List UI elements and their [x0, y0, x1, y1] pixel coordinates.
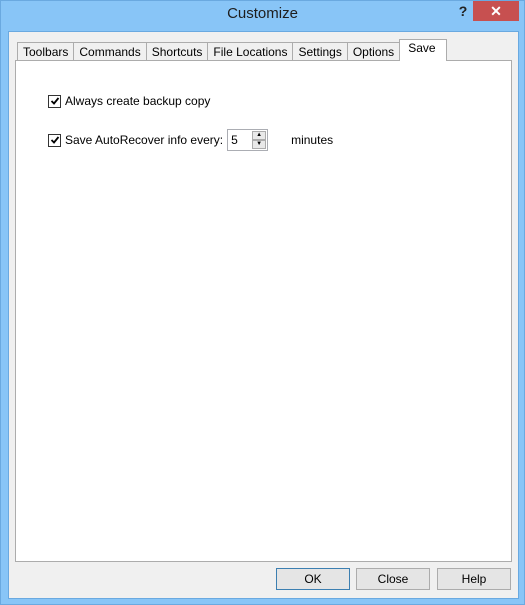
- dialog-client-area: Toolbars Commands Shortcuts File Locatio…: [8, 31, 519, 599]
- help-button[interactable]: Help: [437, 568, 511, 590]
- tab-save[interactable]: Save: [399, 39, 447, 61]
- close-window-button[interactable]: ✕: [473, 1, 519, 21]
- ok-button[interactable]: OK: [276, 568, 350, 590]
- checkmark-icon: [50, 97, 59, 105]
- tab-settings[interactable]: Settings: [292, 42, 348, 61]
- autorecover-checkbox[interactable]: [48, 133, 61, 147]
- autorecover-label: Save AutoRecover info every:: [65, 133, 224, 147]
- autorecover-option: Save AutoRecover info every: 5 ▲ ▼ minut…: [48, 129, 333, 151]
- autorecover-minutes-input[interactable]: 5: [228, 130, 251, 150]
- backup-label: Always create backup copy: [65, 94, 211, 108]
- spin-down-icon[interactable]: ▼: [252, 140, 267, 149]
- tab-toolbars[interactable]: Toolbars: [17, 42, 75, 61]
- autorecover-minutes-stepper[interactable]: 5 ▲ ▼: [227, 129, 269, 151]
- customize-dialog: Customize ? ✕ Toolbars Commands Shortcut…: [0, 0, 525, 605]
- tab-options[interactable]: Options: [346, 42, 401, 61]
- window-title: Customize: [227, 5, 298, 22]
- backup-option: Always create backup copy: [48, 94, 210, 108]
- help-icon[interactable]: ?: [455, 3, 471, 21]
- spin-up-icon[interactable]: ▲: [252, 131, 267, 140]
- minutes-label: minutes: [291, 133, 334, 147]
- checkmark-icon: [50, 136, 59, 144]
- tab-file-locations[interactable]: File Locations: [207, 42, 294, 61]
- close-button[interactable]: Close: [356, 568, 430, 590]
- tab-strip: Toolbars Commands Shortcuts File Locatio…: [17, 39, 447, 61]
- tab-shortcuts[interactable]: Shortcuts: [145, 42, 209, 61]
- close-icon: ✕: [490, 3, 502, 19]
- save-tab-panel: Always create backup copy Save AutoRecov…: [15, 60, 512, 562]
- tab-commands[interactable]: Commands: [73, 42, 147, 61]
- backup-checkbox[interactable]: [48, 94, 61, 108]
